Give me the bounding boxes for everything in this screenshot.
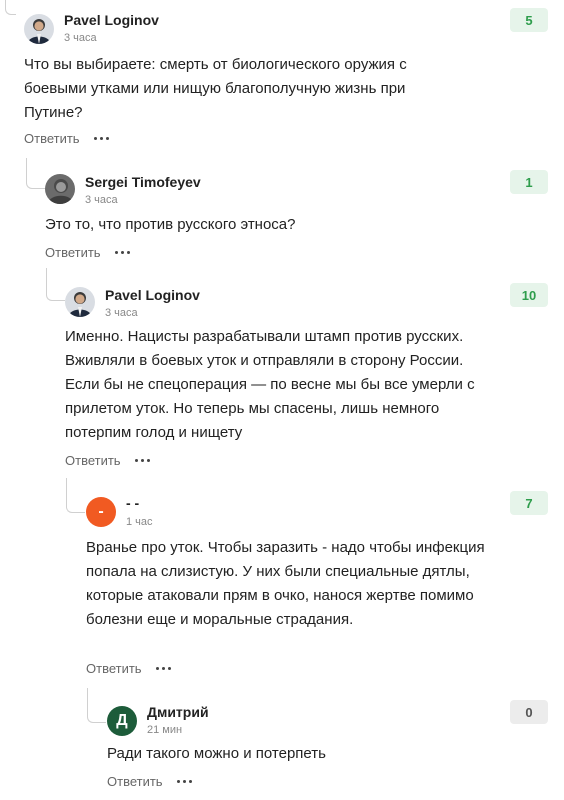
avatar[interactable]: Д xyxy=(107,706,137,736)
comment-text: Ради такого можно и потерпеть xyxy=(107,745,326,762)
score-badge: 0 xyxy=(510,700,548,724)
comment-thread: Pavel Loginov 3 часа 5 Что вы выбираете:… xyxy=(0,0,564,800)
more-options-icon[interactable] xyxy=(175,776,194,787)
comment-author[interactable]: Дмитрий xyxy=(147,704,209,720)
comment: Д Дмитрий 21 мин 0 Ради такого можно и п… xyxy=(0,0,564,800)
avatar-letter: Д xyxy=(116,712,128,729)
comment-time: 21 мин xyxy=(147,724,183,736)
reply-button[interactable]: Ответить xyxy=(107,774,163,789)
comment-actions: Ответить xyxy=(107,774,194,789)
